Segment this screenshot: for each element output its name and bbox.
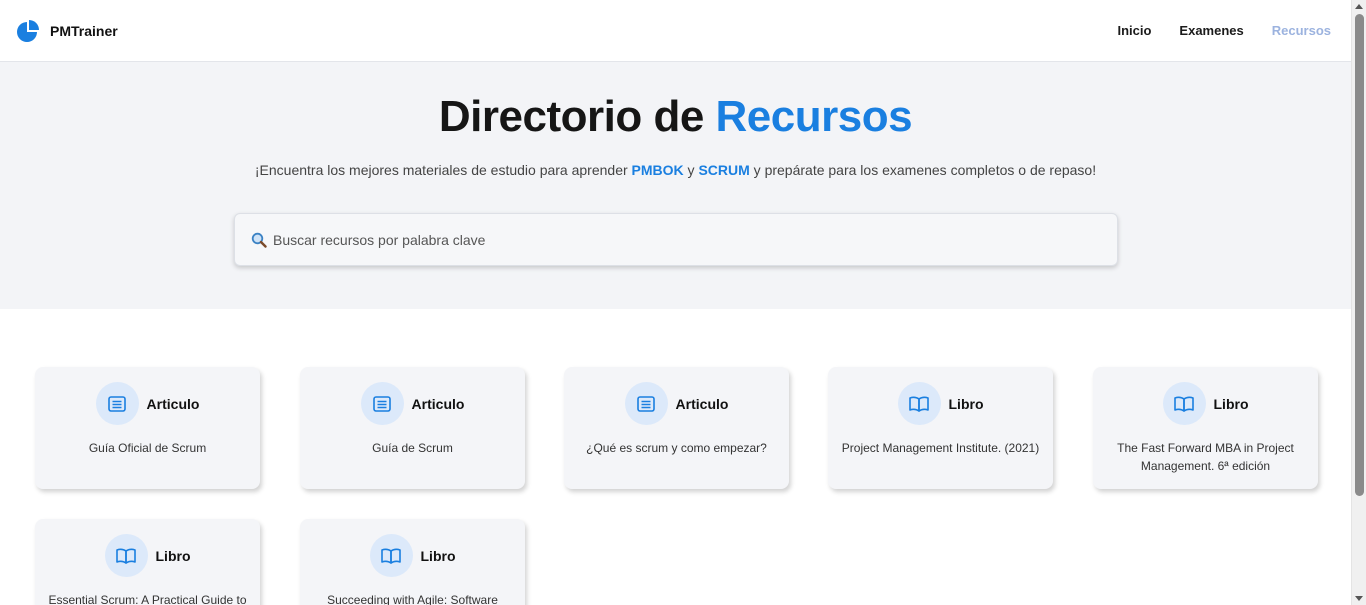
page-title: Directorio de Recursos	[0, 92, 1351, 142]
brand[interactable]: PMTrainer	[16, 19, 118, 43]
resource-card[interactable]: Articulo Guía de Scrum	[300, 367, 525, 489]
resource-title: Guía Oficial de Scrum	[88, 441, 207, 455]
resource-title: ¿Qué es scrum y como empezar?	[586, 441, 767, 455]
resource-type: Libro	[948, 395, 984, 412]
resource-type: Libro	[1213, 395, 1249, 412]
search-box[interactable]	[234, 213, 1118, 266]
resource-title: Essential Scrum: A Practical Guide to	[48, 593, 247, 605]
page-title-accent: Recursos	[715, 92, 913, 141]
resource-card[interactable]: Articulo Guía Oficial de Scrum	[35, 367, 260, 489]
subtitle-text-1: ¡Encuentra los mejores materiales de est…	[254, 162, 632, 178]
resource-title: The Fast Forward MBA in Project Manageme…	[1117, 441, 1294, 473]
nav-link-inicio[interactable]: Inicio	[1117, 23, 1151, 38]
resource-title: Succeeding with Agile: Software	[327, 593, 498, 605]
resource-type: Libro	[155, 547, 191, 564]
resource-grid: Articulo Guía Oficial de Scrum Articulo …	[0, 309, 1351, 605]
resource-card[interactable]: Libro Project Management Institute. (202…	[828, 367, 1053, 489]
hero-section: Directorio de Recursos ¡Encuentra los me…	[0, 62, 1351, 309]
book-icon	[897, 382, 941, 425]
nav-link-recursos[interactable]: Recursos	[1272, 23, 1331, 38]
nav-links: Inicio Examenes Recursos	[1117, 23, 1331, 38]
subtitle-highlight-pmbok: PMBOK	[631, 162, 684, 178]
magnifier-icon	[251, 232, 267, 248]
scroll-up-arrow-icon[interactable]	[1355, 4, 1363, 9]
resource-type: Libro	[420, 547, 456, 564]
search-input[interactable]	[273, 231, 1073, 248]
resource-card[interactable]: Libro Essential Scrum: A Practical Guide…	[35, 519, 260, 605]
resource-type: Articulo	[411, 395, 465, 412]
page-subtitle: ¡Encuentra los mejores materiales de est…	[0, 162, 1351, 178]
book-icon	[369, 534, 413, 577]
article-icon	[624, 382, 668, 425]
resource-title: Project Management Institute. (2021)	[841, 441, 1040, 455]
book-icon	[104, 534, 148, 577]
scroll-thumb[interactable]	[1355, 14, 1364, 496]
resource-card[interactable]: Articulo ¿Qué es scrum y como empezar?	[564, 367, 789, 489]
resource-type: Articulo	[675, 395, 729, 412]
page-title-main: Directorio de	[438, 92, 716, 141]
resource-title: Guía de Scrum	[372, 441, 453, 455]
resource-card[interactable]: Libro Succeeding with Agile: Software	[300, 519, 525, 605]
subtitle-highlight-scrum: SCRUM	[698, 162, 750, 178]
navbar: PMTrainer Inicio Examenes Recursos	[0, 0, 1351, 62]
nav-link-examenes[interactable]: Examenes	[1179, 23, 1243, 38]
article-icon	[95, 382, 139, 425]
subtitle-text-3: y prepárate para los examenes completos …	[749, 162, 1097, 178]
resource-type: Articulo	[146, 395, 200, 412]
scroll-down-arrow-icon[interactable]	[1355, 596, 1363, 601]
resource-card[interactable]: Libro The Fast Forward MBA in Project Ma…	[1093, 367, 1318, 489]
subtitle-text-2: y	[683, 162, 699, 178]
vertical-scrollbar[interactable]	[1351, 0, 1366, 605]
pie-chart-icon	[17, 19, 39, 42]
article-icon	[360, 382, 404, 425]
brand-name: PMTrainer	[50, 22, 118, 39]
book-icon	[1162, 382, 1206, 425]
